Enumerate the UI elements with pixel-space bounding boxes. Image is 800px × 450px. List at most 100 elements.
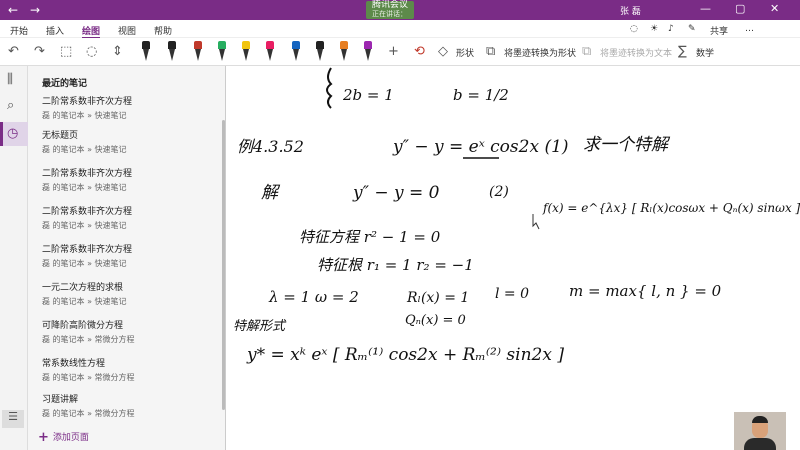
pen-2-icon[interactable] (166, 41, 178, 63)
panel-heading: 最近的笔记 (42, 79, 88, 89)
highlighter-1-icon[interactable] (240, 41, 252, 63)
add-page-label: 添加页面 (52, 433, 89, 443)
list-item[interactable]: 可降阶高阶微分方程 磊 的笔记本 » 常微分方程 (42, 318, 222, 345)
redo-icon[interactable]: ↷ (34, 44, 45, 59)
share-button[interactable]: 共享 (710, 24, 728, 37)
back-arrow-icon[interactable]: ← (8, 3, 18, 17)
pen-10-icon[interactable] (362, 41, 374, 63)
note-title: 常系数线性方程 (42, 359, 106, 369)
note-path: 磊 的笔记本 » 常微分方程 (42, 409, 135, 418)
note-canvas[interactable]: 2b = 1 b = 1/2 例4.3.52 y″ − y = eˣ cos2x… (227, 66, 800, 450)
add-page-button[interactable]: + 添加页面 (38, 430, 89, 445)
ink-particular-label: 特解形式 (233, 319, 287, 334)
note-path: 磊 的笔记本 » 快速笔记 (42, 145, 127, 154)
note-title: 二阶常系数非齐次方程 (42, 207, 133, 217)
panel-scrollbar[interactable] (222, 120, 225, 410)
list-item[interactable]: 一元二次方程的求根 磊 的笔记本 » 快速笔记 (42, 280, 222, 307)
pen-1-body (143, 49, 149, 61)
minimize-icon[interactable]: — (700, 2, 711, 15)
notebooks-icon[interactable]: ⫼ (7, 72, 13, 87)
ink-line-1b: b = 1/2 (453, 86, 509, 104)
pen-7-tip (292, 41, 300, 49)
tab-home[interactable]: 开始 (10, 24, 28, 37)
recent-clock-icon[interactable]: ◷ (7, 126, 18, 141)
note-path: 磊 的笔记本 » 快速笔记 (42, 221, 127, 230)
tab-help[interactable]: 帮助 (154, 24, 172, 37)
tab-insert[interactable]: 插入 (46, 24, 64, 37)
forward-arrow-icon[interactable]: → (30, 3, 40, 17)
ink-l: l = 0 (495, 286, 529, 302)
list-item[interactable]: 二阶常系数非齐次方程 磊 的笔记本 » 快速笔记 (42, 94, 222, 121)
title-bar: ← → 腾讯会议 正在讲话： 张 磊 — ▢ ✕ (0, 0, 800, 20)
pen-4-body (219, 49, 225, 61)
pen-5-body (243, 49, 249, 61)
pen-10-tip (364, 41, 372, 49)
ink-to-text-icon[interactable]: ⧉ (582, 44, 591, 59)
note-path: 磊 的笔记本 » 快速笔记 (42, 259, 127, 268)
note-title: 二阶常系数非齐次方程 (42, 169, 133, 179)
bell-icon[interactable]: ♪ (668, 24, 674, 34)
webcam-person-body (744, 438, 776, 450)
ink-rl: Rₗ(x) = 1 (406, 290, 469, 306)
shapes-label[interactable]: 形状 (456, 46, 474, 59)
note-title: 二阶常系数非齐次方程 (42, 245, 133, 255)
ink-to-shape-icon[interactable]: ⧉ (486, 44, 495, 59)
search-icon[interactable]: ⌕ (7, 98, 14, 113)
lightbulb-icon[interactable]: ☀ (650, 24, 658, 34)
tab-draw[interactable]: 绘图 (82, 24, 101, 39)
pen-3-tip (194, 41, 202, 49)
list-item[interactable]: 二阶常系数非齐次方程 磊 的笔记本 » 快速笔记 (42, 204, 222, 231)
pen-2-body (169, 49, 175, 61)
edit-icon[interactable]: ✎ (688, 24, 696, 34)
meeting-indicator[interactable]: 腾讯会议 正在讲话： (366, 1, 415, 19)
note-title: 一元二次方程的求根 (42, 283, 124, 293)
list-item[interactable]: 无标题页 磊 的笔记本 » 快速笔记 (42, 128, 222, 155)
pen-4-icon[interactable] (216, 41, 228, 63)
highlighter-2-icon[interactable] (264, 41, 276, 63)
list-item[interactable]: 习题讲解 磊 的笔记本 » 常微分方程 (42, 392, 222, 419)
pen-8-tip (316, 41, 324, 49)
eraser-lasso-icon[interactable]: ◌ (86, 44, 97, 59)
ink-solve: 解 (261, 183, 281, 203)
math-icon[interactable]: ∑ (678, 44, 687, 59)
add-space-icon[interactable]: ⇕ (112, 44, 123, 59)
list-item[interactable]: 常系数线性方程 磊 的笔记本 » 常微分方程 (42, 356, 222, 383)
tab-view[interactable]: 视图 (118, 24, 136, 37)
maximize-icon[interactable]: ▢ (735, 2, 745, 15)
user-name[interactable]: 张 磊 (620, 4, 641, 17)
more-button[interactable]: … (745, 24, 754, 34)
pen-7-icon[interactable] (290, 41, 302, 63)
note-path: 磊 的笔记本 » 快速笔记 (42, 297, 127, 306)
meeting-speaking: 正在讲话： (372, 10, 407, 18)
collapse-panel-icon[interactable]: ☰ (2, 410, 24, 428)
ink-replay-icon[interactable]: ⟲ (414, 44, 425, 59)
notification-icon[interactable]: ◌ (630, 24, 638, 34)
list-item[interactable]: 二阶常系数非齐次方程 磊 的笔记本 » 快速笔记 (42, 242, 222, 269)
pen-9-icon[interactable] (338, 41, 350, 63)
lasso-select-icon[interactable]: ⬚ (60, 44, 72, 59)
ink-homog-num: (2) (489, 184, 509, 200)
ink-line-1a: 2b = 1 (342, 86, 394, 104)
add-pen-icon[interactable]: + (388, 44, 399, 59)
ink-char-roots: 特征根 r₁ = 1 r₂ = −1 (317, 256, 474, 274)
undo-icon[interactable]: ↶ (8, 44, 19, 59)
ink-equation: y″ − y = eˣ cos2x (1) (392, 137, 569, 157)
pen-8-icon[interactable] (314, 41, 326, 63)
math-button[interactable]: 数学 (696, 46, 714, 59)
ink-char-eq: 特征方程 r² − 1 = 0 (299, 228, 441, 246)
list-item[interactable]: 二阶常系数非齐次方程 磊 的笔记本 » 快速笔记 (42, 166, 222, 193)
ink-particular: y* = xᵏ eˣ [ Rₘ⁽¹⁾ cos2x + Rₘ⁽²⁾ sin2x ] (246, 345, 564, 365)
close-icon[interactable]: ✕ (770, 2, 779, 15)
ink-to-text-button[interactable]: 将墨迹转换为文本 (600, 46, 672, 59)
note-title: 可降阶高阶微分方程 (42, 321, 124, 331)
draw-toolbar: ↶ ↷ ⬚ ◌ ⇕ + ⟲ ◇ 形状 ⧉ 将墨迹转换为形状 ⧉ 将墨迹转换为文本… (0, 38, 800, 66)
pen-3-icon[interactable] (192, 41, 204, 63)
ink-to-shape-button[interactable]: 将墨迹转换为形状 (504, 46, 576, 59)
note-path: 磊 的笔记本 » 常微分方程 (42, 373, 135, 382)
webcam-thumbnail[interactable] (734, 412, 786, 450)
ink-qn: Qₙ(x) = 0 (405, 313, 466, 328)
pen-4-tip (218, 41, 226, 49)
pen-1-icon[interactable] (140, 41, 152, 63)
ink-example: 例4.3.52 (237, 137, 304, 156)
shapes-icon[interactable]: ◇ (438, 44, 448, 59)
